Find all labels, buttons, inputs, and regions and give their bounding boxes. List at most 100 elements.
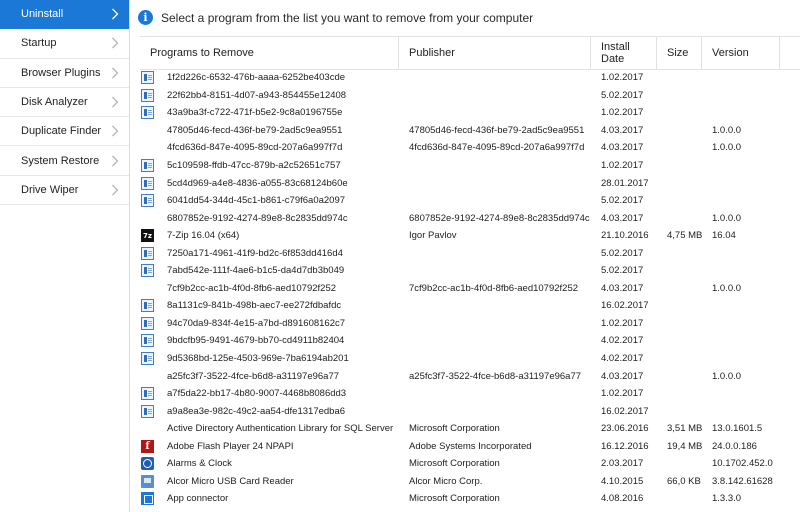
table-row[interactable]: 4fcd636d-847e-4095-89cd-207a6a997f7d 4fcd… [140, 139, 800, 157]
table-row[interactable]: a25fc3f7-3522-4fce-b6d8-a31197e96a77 a25f… [140, 367, 800, 385]
table-row[interactable]: 7z 7-Zip 16.04 (x64) Igor Pavlov 21.10.2016… [140, 227, 800, 245]
table-row[interactable]: 7250a171-4961-41f9-bd2c-6f853dd416d4 5.02… [140, 244, 800, 262]
row-icon-cell [140, 124, 167, 137]
install-date: 1.02.2017 [601, 107, 644, 119]
row-icon-cell [140, 352, 167, 366]
info-bar: i Select a program from the list you wan… [131, 0, 800, 35]
column-header-install-date[interactable]: Install Date [591, 37, 657, 69]
program-publisher: 7cf9b2cc-ac1b-4f0d-8fb6-aed10792f252 [409, 282, 579, 294]
table-row[interactable]: 7cf9b2cc-ac1b-4f0d-8fb6-aed10792f252 7cf9… [140, 280, 800, 298]
install-date: 5.02.2017 [601, 195, 644, 207]
install-date: 4.03.2017 [601, 142, 644, 154]
row-icon-cell: f [140, 439, 167, 453]
program-publisher: Alcor Micro Corp. [409, 475, 483, 487]
column-header-programs[interactable]: Programs to Remove [140, 37, 399, 69]
program-publisher: a25fc3f7-3522-4fce-b6d8-a31197e96a77 [409, 370, 582, 382]
program-publisher: 4fcd636d-847e-4095-89cd-207a6a997f7d [409, 142, 585, 154]
column-header-publisher[interactable]: Publisher [399, 37, 591, 69]
program-name: 22f62bb4-8151-4d07-a943-854455e12408 [167, 89, 347, 101]
table-row[interactable]: 6807852e-9192-4274-89e8-8c2835dd974c 6807… [140, 209, 800, 227]
flash-icon: f [141, 439, 154, 453]
row-icon-cell [140, 106, 167, 120]
table-row[interactable]: f Adobe Flash Player 24 NPAPI Adobe System… [140, 437, 800, 455]
install-date: 21.10.2016 [601, 230, 649, 242]
app-icon [141, 492, 154, 506]
program-icon [141, 264, 154, 278]
program-icon [141, 159, 154, 172]
program-publisher: Microsoft Corporation [409, 493, 500, 505]
program-name: 47805d46-fecd-436f-be79-2ad5c9ea9551 [167, 124, 343, 136]
sidebar-item-system-restore[interactable]: System Restore [0, 146, 129, 176]
table-row[interactable]: 94c70da9-834f-4e15-a7bd-d891608162c7 1.02… [140, 315, 800, 333]
sidebar-item-drive-wiper[interactable]: Drive Wiper [0, 176, 129, 206]
install-date: 5.02.2017 [601, 247, 644, 259]
program-publisher: Igor Pavlov [409, 230, 457, 242]
program-version: 13.0.1601.5 [712, 423, 763, 435]
program-publisher: Microsoft Corporation [409, 458, 500, 470]
program-icon [141, 106, 154, 120]
row-icon-cell: 7z [140, 229, 167, 243]
row-icon-cell [140, 404, 167, 418]
table-row[interactable]: 8a1131c9-841b-498b-aec7-ee272fdbafdc 16.0… [140, 297, 800, 315]
table-row[interactable]: 47805d46-fecd-436f-be79-2ad5c9ea9551 4780… [140, 122, 800, 140]
table-row[interactable]: Active Directory Authentication Library … [140, 420, 800, 438]
install-date: 23.06.2016 [601, 423, 649, 435]
table-row[interactable]: 9bdcfb95-9491-4679-bb70-cd4911b82404 4.02… [140, 332, 800, 350]
program-publisher: 47805d46-fecd-436f-be79-2ad5c9ea9551 [409, 124, 585, 136]
table-row[interactable]: a9a8ea3e-982c-49c2-aa54-dfe1317edba6 16.0… [140, 402, 800, 420]
chevron-right-icon [111, 184, 119, 196]
table-row[interactable]: 1f2d226c-6532-476b-aaaa-6252be403cde 1.02… [140, 69, 800, 87]
program-publisher: Adobe Systems Incorporated [409, 440, 532, 452]
table-row[interactable]: App connector Microsoft Corporation 4.08.2… [140, 490, 800, 508]
program-name: a9a8ea3e-982c-49c2-aa54-dfe1317edba6 [167, 405, 346, 417]
program-version: 24.0.0.186 [712, 440, 757, 452]
program-icon [141, 316, 154, 330]
table-row[interactable]: 43a9ba3f-c722-471f-b5e2-9c8a0196755e 1.02… [140, 104, 800, 122]
7zip-icon: 7z [141, 229, 154, 243]
table-row[interactable]: 6041dd54-344d-45c1-b861-c79f6a0a2097 5.02… [140, 192, 800, 210]
row-icon-cell [140, 334, 167, 348]
column-header-size[interactable]: Size [657, 37, 702, 69]
blank-icon [141, 282, 154, 295]
table-row[interactable]: 5cd4d969-a4e8-4836-a055-83c68124b60e 28.0… [140, 174, 800, 192]
row-icon-cell [140, 71, 167, 85]
sidebar-item-duplicate-finder[interactable]: Duplicate Finder [0, 117, 129, 147]
sidebar-item-label: Duplicate Finder [21, 125, 102, 138]
sidebar-item-browser-plugins[interactable]: Browser Plugins [0, 59, 129, 88]
table-row[interactable]: 5c109598-ffdb-47cc-879b-a2c52651c757 1.02… [140, 157, 800, 175]
row-icon-cell [140, 176, 167, 190]
table-row[interactable]: Alcor Micro USB Card Reader Alcor Micro C… [140, 473, 800, 491]
blank-icon [141, 422, 154, 435]
row-icon-cell [140, 212, 167, 225]
column-header-version[interactable]: Version [702, 37, 780, 69]
program-size: 19,4 MB [667, 440, 702, 452]
info-icon: i [138, 10, 153, 25]
table-row[interactable]: 22f62bb4-8151-4d07-a943-854455e12408 5.02… [140, 87, 800, 105]
program-name: 9bdcfb95-9491-4679-bb70-cd4911b82404 [167, 335, 345, 347]
install-date: 4.03.2017 [601, 212, 644, 224]
program-icon [141, 404, 154, 418]
chevron-right-icon [111, 67, 119, 79]
sidebar-item-uninstall[interactable]: Uninstall [0, 0, 129, 30]
program-name: 1f2d226c-6532-476b-aaaa-6252be403cde [167, 72, 346, 84]
install-date: 1.02.2017 [601, 317, 644, 329]
row-icon-cell [140, 492, 167, 506]
sidebar-item-label: Browser Plugins [21, 66, 101, 79]
table-row[interactable]: 7abd542e-111f-4ae6-b1c5-da4d7db3b049 5.02… [140, 262, 800, 280]
table-row[interactable]: Alarms & Clock Microsoft Corporation 2.03.… [140, 455, 800, 473]
table-row[interactable]: a7f5da22-bb17-4b80-9007-4468b8086dd3 1.02… [140, 385, 800, 403]
install-date: 1.02.2017 [601, 160, 644, 171]
program-icon [141, 246, 154, 260]
row-icon-cell [140, 194, 167, 208]
program-name: Alcor Micro USB Card Reader [167, 475, 294, 487]
program-name: 7abd542e-111f-4ae6-b1c5-da4d7db3b049 [167, 265, 345, 277]
sidebar-item-disk-analyzer[interactable]: Disk Analyzer [0, 88, 129, 118]
program-name: 94c70da9-834f-4e15-a7bd-d891608162c7 [167, 317, 346, 329]
table-row[interactable]: 9d5368bd-125e-4503-969e-7ba6194ab201 4.02… [140, 350, 800, 368]
sidebar-item-startup[interactable]: Startup [0, 29, 129, 59]
chevron-right-icon [111, 8, 119, 20]
row-icon-cell [140, 299, 167, 313]
program-version: 3.8.142.61628 [712, 475, 773, 487]
program-name: 8a1131c9-841b-498b-aec7-ee272fdbafdc [167, 300, 342, 312]
install-date: 4.02.2017 [601, 353, 644, 365]
